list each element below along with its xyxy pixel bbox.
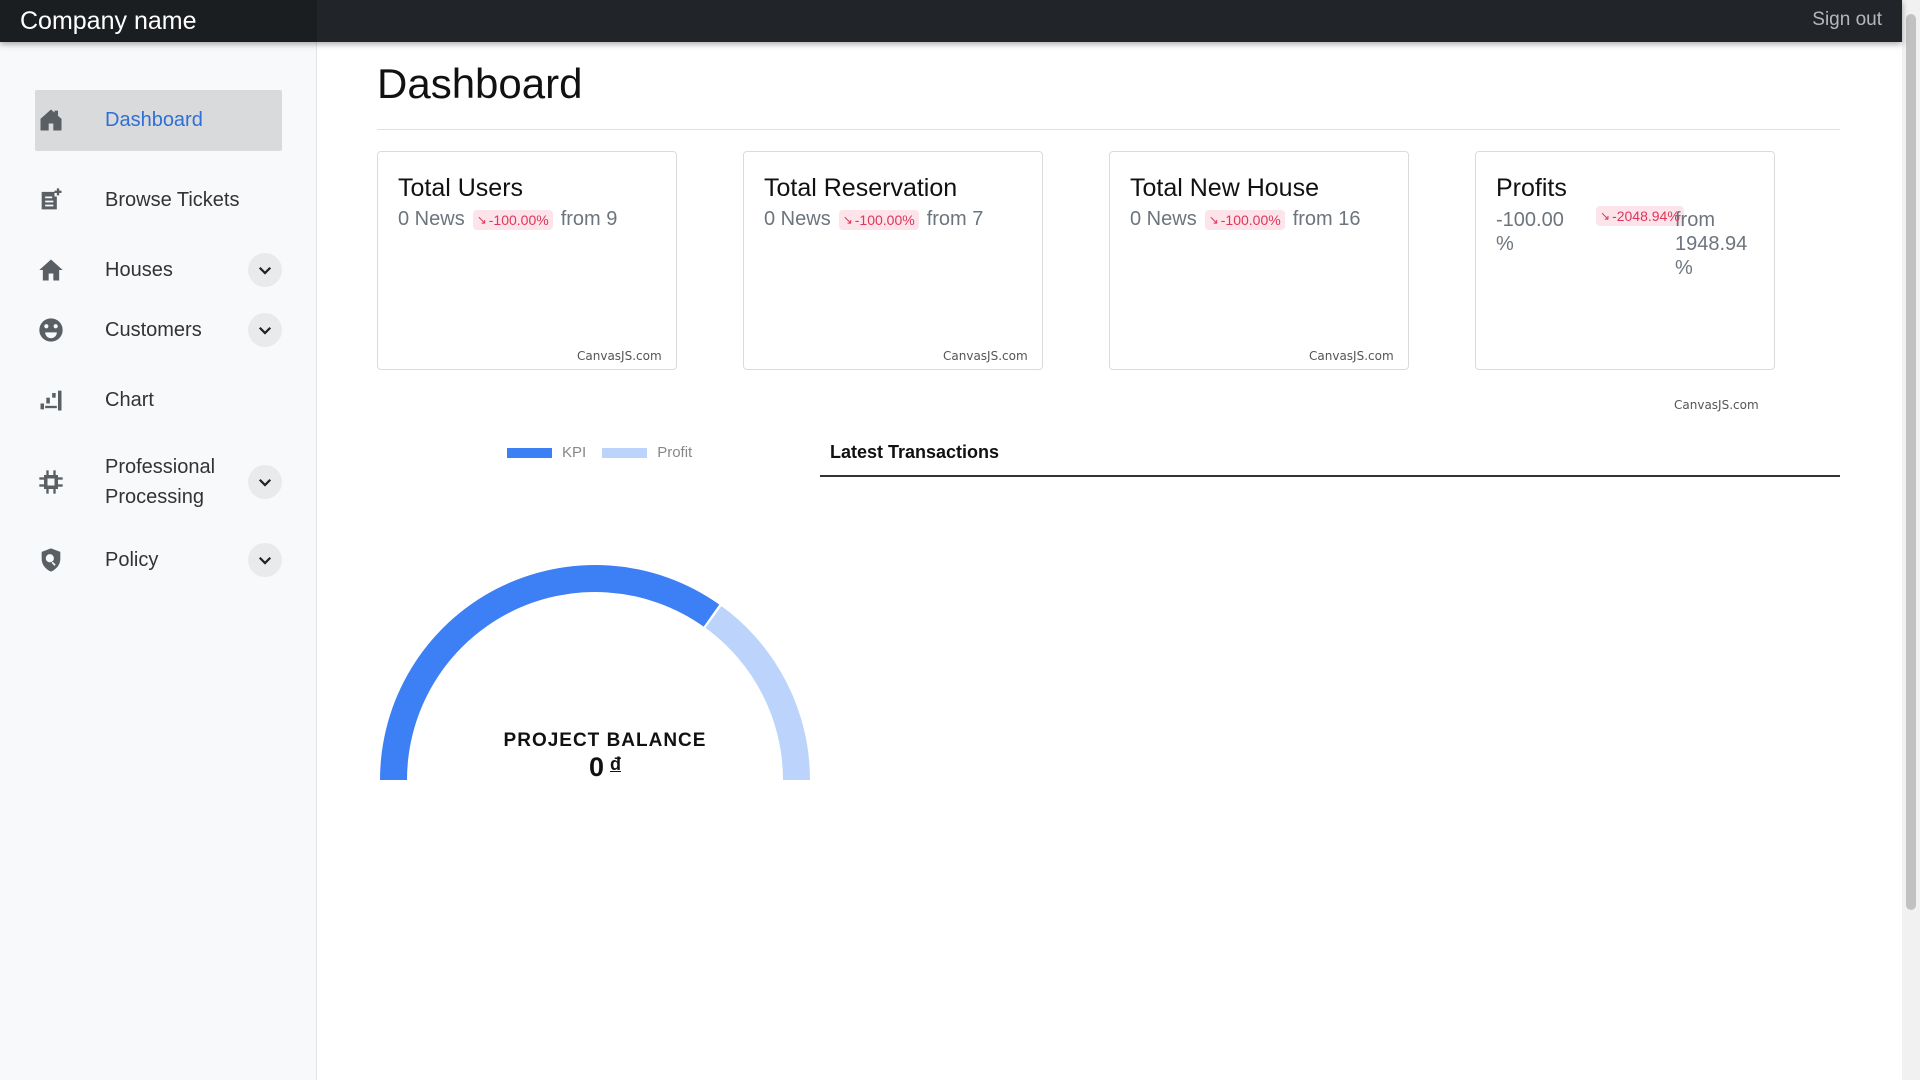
sidebar: Dashboard Browse Tickets Houses Customer… <box>0 42 317 1080</box>
chevron-down-icon[interactable] <box>248 465 282 499</box>
sidebar-item-policy[interactable]: Policy <box>35 540 282 580</box>
chart-credit[interactable]: CanvasJS.com <box>1674 398 1759 412</box>
card-value: 0 News <box>764 208 831 230</box>
card-value: -100.00 % <box>1496 208 1576 256</box>
sidebar-item-professional-processing[interactable]: Professional Processing <box>35 450 282 514</box>
card-from-value: from 1948.94 % <box>1675 208 1755 280</box>
stat-card-total-users: Total Users 0 News ↘ -100.00% from 9 Canv… <box>377 151 677 370</box>
trend-down-icon: ↘ <box>476 212 487 227</box>
home-icon <box>35 254 67 286</box>
palette-icon <box>35 314 67 346</box>
title-divider <box>377 129 1840 130</box>
change-percent: -100.00% <box>854 211 915 228</box>
from-number: 1948.94 <box>1675 233 1748 255</box>
stat-card-total-new-house: Total New House 0 News ↘ -100.00% from 16… <box>1109 151 1409 370</box>
card-stat-line: 0 News ↘ -100.00% from 7 <box>764 208 983 231</box>
sidebar-item-label: Browse Tickets <box>105 189 240 211</box>
chart-credit[interactable]: CanvasJS.com <box>577 349 662 363</box>
from-unit: % <box>1675 257 1693 279</box>
card-title: Total Reservation <box>764 174 958 202</box>
balance-amount: 0 <box>588 752 605 782</box>
change-badge: ↘ -2048.94% <box>1596 206 1684 226</box>
trend-down-icon: ↘ <box>842 212 853 227</box>
card-from-value: from 9 <box>560 208 618 230</box>
chevron-down-icon[interactable] <box>248 313 282 347</box>
from-label: from <box>1675 209 1715 231</box>
chevron-down-icon[interactable] <box>248 253 282 287</box>
card-stat-line: 0 News ↘ -100.00% from 9 <box>398 208 617 231</box>
chart-credit[interactable]: CanvasJS.com <box>1309 349 1394 363</box>
page-scrollbar[interactable] <box>1902 0 1920 1080</box>
change-percent: -2048.94% <box>1612 208 1680 224</box>
ticket-add-icon <box>35 184 67 216</box>
brand-name[interactable]: Company name <box>0 0 317 42</box>
gauge-value: 0đ <box>380 752 830 783</box>
chevron-down-icon[interactable] <box>248 543 282 577</box>
card-title: Total New House <box>1130 174 1319 202</box>
card-title: Total Users <box>398 174 524 202</box>
stat-card-total-reservation: Total Reservation 0 News ↘ -100.00% from … <box>743 151 1043 370</box>
legend-swatch-kpi <box>507 447 552 458</box>
top-navbar: Company name Sign out <box>0 0 1902 42</box>
card-value: 0 News <box>1130 208 1197 230</box>
stat-card-profits: Profits -100.00 % ↘ -2048.94% from 1948.9… <box>1475 151 1775 370</box>
card-stat-line: 0 News ↘ -100.00% from 16 <box>1130 208 1361 231</box>
sidebar-item-browse-tickets[interactable]: Browse Tickets <box>35 180 282 220</box>
sidebar-item-label: Policy <box>105 549 159 571</box>
change-badge: ↘ -100.00% <box>1204 209 1285 230</box>
change-badge: ↘ -100.00% <box>472 209 553 230</box>
gauge-title: PROJECT BALANCE <box>503 730 707 751</box>
sidebar-item-chart[interactable]: Chart <box>35 380 282 420</box>
scrollbar-thumb[interactable] <box>1906 14 1916 910</box>
sidebar-item-label: Processing <box>105 486 204 508</box>
tab-latest-transactions[interactable]: Latest Transactions <box>830 442 999 463</box>
shield-search-icon <box>35 544 67 576</box>
change-percent: -100.00% <box>1220 211 1281 228</box>
chart-credit[interactable]: CanvasJS.com <box>943 349 1028 363</box>
house-dashboard-icon <box>35 104 67 136</box>
transactions-divider <box>820 475 1840 477</box>
sidebar-item-label: Dashboard <box>105 109 203 131</box>
sign-out-link[interactable]: Sign out <box>1812 0 1882 42</box>
legend-label-kpi: KPI <box>562 444 587 461</box>
change-badge: ↘ -100.00% <box>838 209 919 230</box>
trend-down-icon: ↘ <box>1600 209 1611 223</box>
legend-label-profit: Profit <box>657 444 693 461</box>
trend-down-icon: ↘ <box>1208 212 1219 227</box>
sidebar-item-label: Professional <box>105 456 216 478</box>
change-percent: -100.00% <box>488 211 549 228</box>
card-value-unit: % <box>1496 233 1514 255</box>
chip-icon <box>35 466 67 498</box>
card-value-number: -100.00 <box>1496 209 1564 231</box>
sidebar-item-label: Houses <box>105 259 173 281</box>
card-title: Profits <box>1496 174 1567 202</box>
chart-icon <box>35 384 67 416</box>
card-from-value: from 16 <box>1292 208 1361 230</box>
gauge-legend: KPI Profit <box>507 444 692 461</box>
sidebar-item-houses[interactable]: Houses <box>35 250 282 290</box>
card-from-value: from 7 <box>926 208 984 230</box>
currency-symbol: đ <box>610 754 622 774</box>
sidebar-item-customers[interactable]: Customers <box>35 310 282 350</box>
sidebar-item-dashboard[interactable]: Dashboard <box>35 90 282 151</box>
legend-swatch-profit <box>602 447 648 458</box>
sidebar-item-label: Chart <box>105 389 154 411</box>
card-value: 0 News <box>398 208 465 230</box>
sidebar-item-label: Customers <box>105 319 202 341</box>
page-title: Dashboard <box>377 60 583 107</box>
